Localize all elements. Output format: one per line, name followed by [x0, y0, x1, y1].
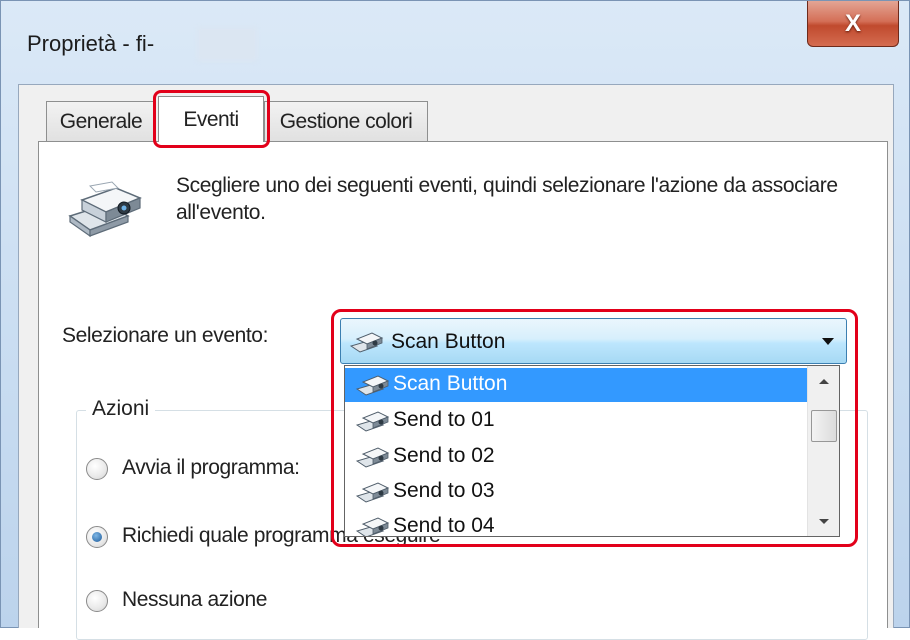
redacted-model-name: [197, 27, 257, 61]
scanner-icon: [68, 181, 142, 238]
tab-eventi-highlight: [153, 90, 270, 148]
actions-group-label: Azioni: [86, 397, 156, 421]
radio-label: Nessuna azione: [122, 588, 267, 611]
close-button[interactable]: X: [807, 1, 899, 47]
tab-gestione-colori[interactable]: Gestione colori: [264, 101, 428, 141]
radio-label: Avvia il programma:: [122, 456, 300, 479]
radio-button[interactable]: [86, 458, 108, 480]
instruction-text: Scegliere uno dei seguenti eventi, quind…: [176, 174, 838, 224]
radio-button[interactable]: [86, 526, 108, 548]
title-bar[interactable]: Proprietà - fi- X: [1, 1, 909, 81]
select-event-label: Selezionare un evento:: [62, 324, 269, 347]
event-select-highlight: [331, 309, 858, 547]
radio-button[interactable]: [86, 590, 108, 612]
tab-generale[interactable]: Generale: [46, 101, 156, 141]
window-title: Proprietà - fi-: [27, 31, 155, 56]
